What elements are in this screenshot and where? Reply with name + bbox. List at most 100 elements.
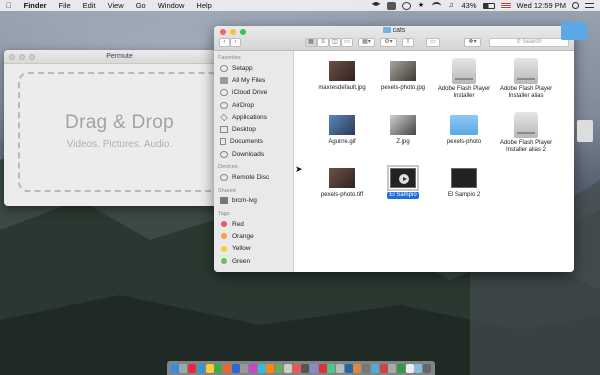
dock-app-icon[interactable] [309,363,318,373]
clock[interactable]: Wed 12:59 PM [517,1,566,10]
sidebar-item-applications[interactable]: Applications [214,111,293,123]
sidebar-item-icloud-drive[interactable]: iCloud Drive [214,87,293,99]
folder-icon [382,27,391,33]
desktop-icon-partial[interactable] [577,120,593,142]
menu-file[interactable]: File [53,1,77,10]
dock-app-icon[interactable] [275,363,284,373]
file-item[interactable]: pexels-photo.tiff [310,168,374,199]
search-input[interactable]: ⚲ Search [489,38,569,47]
dock-app-icon[interactable] [205,363,214,373]
dock-app-icon[interactable] [179,363,188,373]
column-view-button[interactable]: ◫ [329,38,341,47]
cover-flow-button[interactable]: ▭ [341,38,353,47]
sidebar-tag-yellow[interactable]: Yellow [214,243,293,255]
dock-app-icon[interactable] [370,363,379,373]
sidebar-item-brcm-lvg[interactable]: brcm-lvg [214,195,293,207]
sidebar-item-documents[interactable]: Documents [214,136,293,148]
menu-view[interactable]: View [102,1,130,10]
dock-app-icon[interactable] [196,363,205,373]
dock-app-icon[interactable] [336,363,345,373]
volume-icon[interactable]: ♫ [447,2,456,10]
dock-app-icon[interactable] [249,363,258,373]
sidebar-tag-orange[interactable]: Orange [214,230,293,242]
share-button[interactable]: ⇧ [402,38,414,47]
sidebar-item-setapp[interactable]: Setapp [214,62,293,74]
menu-window[interactable]: Window [152,1,191,10]
file-item[interactable]: pexels-photo [432,115,496,146]
wifi-icon[interactable] [431,1,441,10]
dock-app-icon[interactable] [301,363,310,373]
all-files-icon [220,76,228,84]
dock-app-icon[interactable] [344,363,353,373]
bluetooth-icon[interactable]: ★ [417,2,426,10]
dock-app-icon[interactable] [188,363,197,373]
list-view-button[interactable]: ≡ [317,38,329,47]
dock-app-icon[interactable] [231,363,240,373]
tags-button[interactable]: ▭ [426,38,440,47]
dock-app-icon[interactable] [257,363,266,373]
sidebar-item-all-my-files[interactable]: All My Files [214,74,293,86]
group-button[interactable]: ▦▾ [358,38,375,47]
dock-app-icon[interactable] [327,363,336,373]
file-item[interactable]: Adobe Flash Player Installer [432,58,496,100]
file-item[interactable]: pexels-photo.jpg [371,61,435,92]
file-item-selected[interactable]: El Sampio [371,165,435,199]
minimize-button[interactable] [19,54,25,60]
sidebar-item-desktop[interactable]: Desktop [214,123,293,135]
file-item[interactable]: Aguirre.gif [310,115,374,146]
sidebar-tag-green[interactable]: Green [214,255,293,267]
dock-app-icon[interactable] [353,363,362,373]
file-item[interactable]: Z.jpg [371,115,435,146]
dock-app-icon[interactable] [396,363,405,373]
dock-app-icon[interactable] [240,363,249,373]
dock-app-icon[interactable] [388,363,397,373]
dock-app-icon[interactable] [266,363,275,373]
apple-menu-icon[interactable]:  [0,1,18,10]
sidebar-item-airdrop[interactable]: AirDrop [214,99,293,111]
menu-app-finder[interactable]: Finder [18,1,53,10]
dock-app-icon[interactable] [414,363,423,373]
dock-app-icon[interactable] [222,363,231,373]
file-item[interactable]: maxresdefault.jpg [310,61,374,92]
spotlight-icon[interactable] [572,2,579,9]
battery-icon[interactable] [482,2,495,9]
file-item[interactable]: El Sampio 2 [432,168,496,199]
sidebar-heading-favorites: Favorites [218,55,241,61]
sidebar-item-downloads[interactable]: Downloads [214,148,293,160]
flag-icon[interactable] [500,2,511,9]
drop-zone[interactable]: Drag & Drop Videos. Pictures. Audio. [18,72,221,192]
dropbox-icon[interactable] [371,1,381,7]
dock-app-icon[interactable] [379,363,388,373]
menu-edit[interactable]: Edit [77,1,102,10]
file-item[interactable]: Adobe Flash Player Installer alias 2 [494,112,558,154]
dock-app-icon[interactable] [318,363,327,373]
dock-app-icon[interactable] [405,363,414,373]
dock-app-icon[interactable] [292,363,301,373]
close-button[interactable] [9,54,15,60]
dock-app-icon[interactable] [283,363,292,373]
menu-go[interactable]: Go [130,1,152,10]
desktop-icon-partial[interactable] [561,22,587,40]
sidebar-item-remote-disc[interactable]: Remote Disc [214,171,293,183]
file-item[interactable]: Adobe Flash Player Installer alias [494,58,558,100]
dropbox-button[interactable]: ❖▾ [464,38,481,47]
menu-help[interactable]: Help [190,1,217,10]
finder-toolbar[interactable]: cats ‹ › ▦ ≡ ◫ ▭ ▦▾ ⚙▾ ⇧ ▭ ❖▾ ⚲ Search [214,26,574,51]
time-machine-icon[interactable] [401,1,411,10]
zoom-button[interactable] [29,54,35,60]
setapp-icon [220,64,228,72]
app-status-icon[interactable] [386,1,396,10]
action-gear-icon[interactable]: ⚙▾ [380,38,397,47]
dock-app-icon[interactable] [423,363,432,373]
notification-center-icon[interactable] [585,3,594,8]
battery-percent[interactable]: 43% [462,1,477,10]
permute-titlebar[interactable]: Permute [4,50,235,64]
image-thumbnail [329,115,355,135]
dock-app-icon[interactable] [362,363,371,373]
dock-app-icon[interactable] [214,363,223,373]
sidebar-tag-red[interactable]: Red [214,218,293,230]
back-button[interactable]: ‹ [219,38,230,47]
icon-view-button[interactable]: ▦ [305,38,317,47]
dock-app-icon[interactable] [170,363,179,373]
forward-button[interactable]: › [230,38,241,47]
